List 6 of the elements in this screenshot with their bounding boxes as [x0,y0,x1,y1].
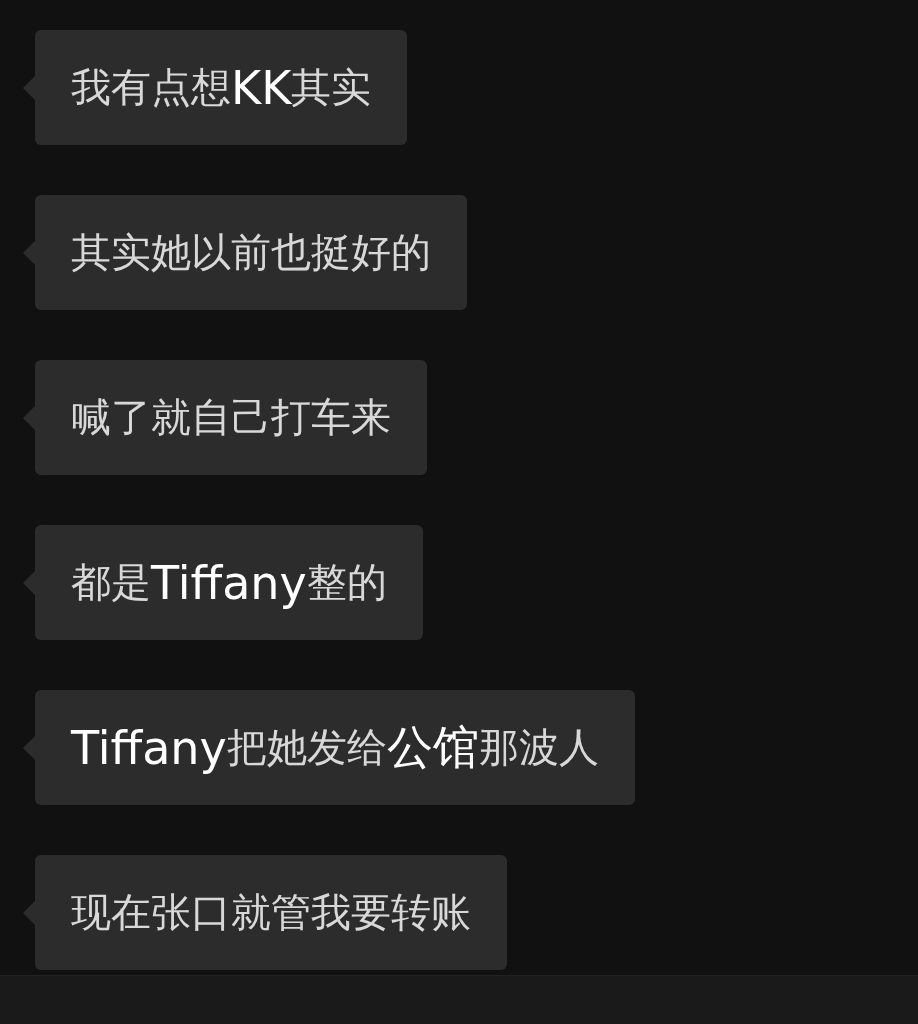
message-bubble: 都是Tiffany整的 [35,525,423,640]
message-bubble: 现在张口就管我要转账 [35,855,507,970]
message-bubble: 我有点想KK其实 [35,30,408,145]
message-bubble: 其实她以前也挺好的 [35,195,467,310]
message-bubble: 喊了就自己打车来 [35,360,427,475]
message-bubble: Tiffany把她发给公馆那波人 [35,690,635,805]
